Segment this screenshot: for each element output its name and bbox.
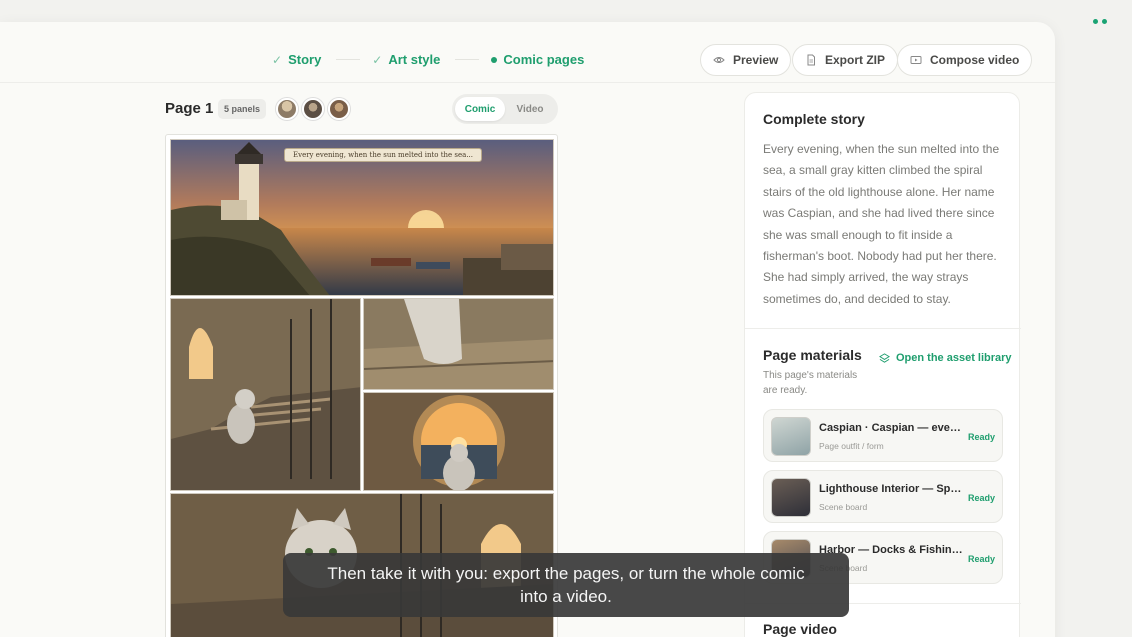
step-label: Art style [388, 52, 441, 67]
header-divider [0, 82, 1055, 83]
check-icon: ✓ [272, 52, 283, 67]
step-story[interactable]: ✓ Story [272, 52, 321, 67]
material-thumbnail [771, 478, 811, 517]
video-icon [910, 56, 922, 64]
export-zip-label: Export ZIP [825, 53, 886, 67]
character-avatar[interactable] [276, 98, 298, 120]
video-subtitle-overlay: Then take it with you: export the pages,… [283, 553, 849, 617]
asset-library-label: Open the asset library [896, 352, 1012, 364]
material-card[interactable]: Caspian · Caspian — everyday look Page o… [763, 409, 1003, 462]
window-status-dots [1093, 19, 1107, 24]
preview-button[interactable]: Preview [700, 44, 792, 76]
status-dot [1093, 19, 1098, 24]
step-label: Story [288, 52, 322, 67]
page-materials-title: Page materials [763, 347, 862, 363]
status-badge: Ready [967, 493, 995, 503]
step-art-style[interactable]: ✓ Art style [372, 52, 440, 67]
step-separator [455, 59, 480, 60]
stairs-illustration [171, 299, 360, 490]
progress-stepper: ✓ Story ✓ Art style Comic pages [272, 52, 584, 67]
character-avatar[interactable] [302, 98, 324, 120]
step-comic-pages[interactable]: Comic pages [491, 52, 584, 67]
comic-panel-paw[interactable] [363, 298, 554, 390]
story-title: Complete story [763, 111, 865, 127]
material-name: Lighthouse Interior — Spiral Stairs [819, 483, 964, 495]
open-asset-library-link[interactable]: Open the asset library [879, 352, 1012, 364]
layers-icon [879, 352, 890, 363]
tab-comic[interactable]: Comic [455, 97, 505, 121]
material-card[interactable]: Lighthouse Interior — Spiral Stairs Scen… [763, 470, 1003, 523]
comic-panel-stairs[interactable] [170, 298, 361, 491]
eye-icon [713, 57, 725, 63]
page-materials-subtitle: This page's materials are ready. [763, 370, 858, 396]
comic-panel-lighthouse[interactable] [170, 139, 554, 296]
page-title: Page 1 [165, 100, 214, 117]
material-thumbnail [771, 417, 811, 456]
step-separator [336, 59, 361, 60]
status-dot [1102, 19, 1107, 24]
tab-video[interactable]: Video [505, 97, 555, 121]
file-icon [807, 54, 815, 66]
panel-caption: Every evening, when the sun melted into … [284, 148, 483, 162]
compose-video-button[interactable]: Compose video [897, 44, 1033, 76]
export-zip-button[interactable]: Export ZIP [792, 44, 899, 76]
status-badge: Ready [967, 432, 995, 442]
step-label: Comic pages [503, 52, 585, 67]
character-avatar[interactable] [328, 98, 350, 120]
section-divider [745, 328, 1021, 329]
material-name: Caspian · Caspian — everyday look [819, 422, 964, 434]
material-type: Page outfit / form [819, 441, 884, 451]
panel-count-badge: 5 panels [218, 99, 267, 119]
compose-video-label: Compose video [930, 53, 1020, 67]
current-step-dot-icon [491, 56, 498, 63]
check-icon: ✓ [372, 52, 383, 67]
material-type: Scene board [819, 502, 868, 512]
window-illustration [364, 393, 553, 490]
page-video-title: Page video [763, 621, 837, 637]
story-text: Every evening, when the sun melted into … [763, 142, 1000, 306]
view-toggle: Comic Video [452, 94, 558, 124]
preview-label: Preview [733, 53, 779, 67]
comic-panel-window[interactable] [363, 392, 554, 491]
status-badge: Ready [967, 554, 995, 564]
lighthouse-illustration [171, 140, 553, 295]
paw-illustration [364, 299, 553, 389]
